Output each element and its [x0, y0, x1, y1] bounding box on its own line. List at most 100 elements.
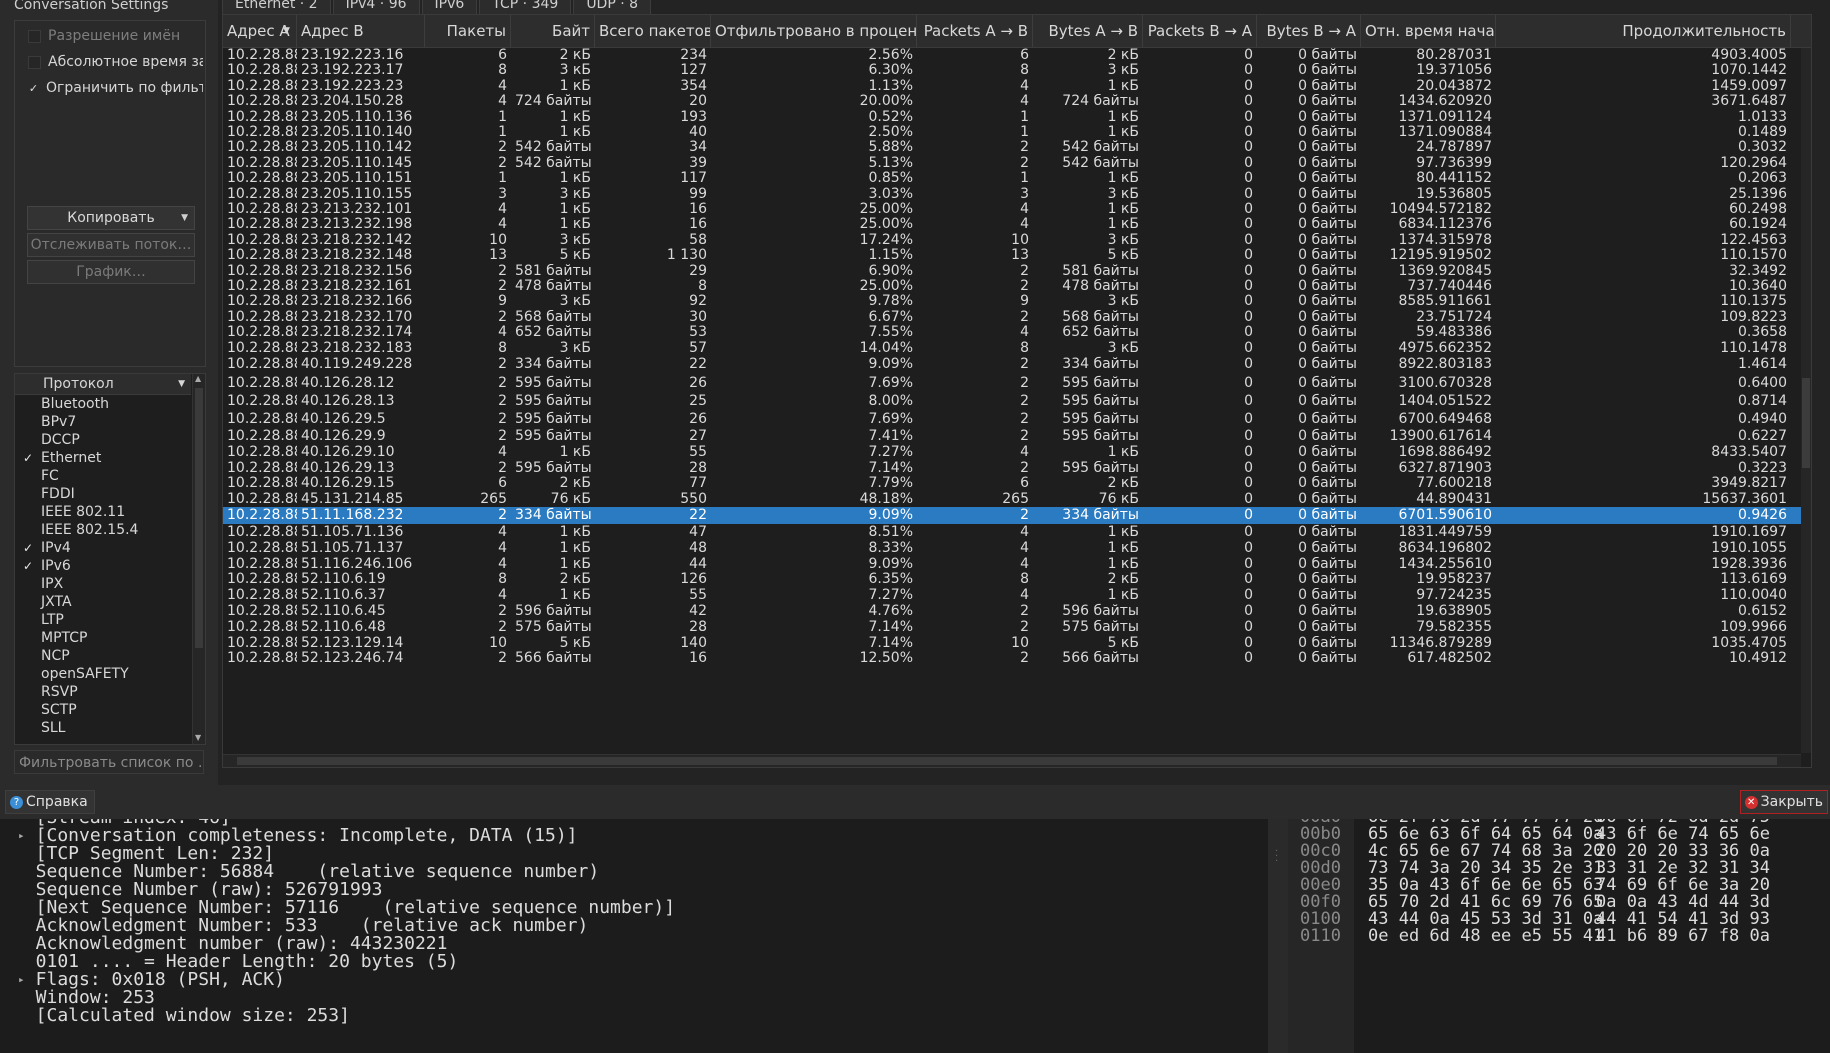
close-button[interactable]: ✕ Закрыть [1739, 790, 1828, 814]
protocol-filter-input[interactable]: Фильтровать список по … [14, 750, 204, 774]
table-row[interactable]: 10.2.28.88 51.105.71.136 4 1 кБ 47 8.51% 4 1 кБ… [223, 524, 1801, 541]
table-row[interactable]: 10.2.28.88 52.110.6.48 2 575 байты 28 7.14% 2 5… [223, 620, 1801, 636]
column-header[interactable]: Отн. время начала [1361, 15, 1496, 47]
tab-3[interactable]: TCP · 349 [479, 0, 572, 15]
protocol-item[interactable]: MPTCP [15, 629, 191, 647]
protocol-item[interactable]: SLL [15, 719, 191, 737]
table-row[interactable]: 10.2.28.88 23.218.232.174 4 652 байты 53 7.55… [223, 325, 1801, 340]
table-row[interactable]: 10.2.28.88 52.123.246.74 2 566 байты 16 12.50… [223, 651, 1801, 667]
table-row[interactable]: 10.2.28.88 23.218.232.156 2 581 байты 29 6.90… [223, 264, 1801, 279]
scroll-thumb[interactable] [195, 388, 203, 648]
table-row[interactable]: 10.2.28.88 23.213.232.101 4 1 кБ 16 25.00% 4 1 … [223, 202, 1801, 217]
table-row[interactable]: 10.2.28.88 51.105.71.137 4 1 кБ 48 8.33% 4 1 кБ… [223, 541, 1801, 557]
protocol-item[interactable]: BPv7 [15, 413, 191, 431]
table-row[interactable]: 10.2.28.88 23.192.223.23 4 1 кБ 354 1.13% 4 1 к… [223, 79, 1801, 94]
protocol-item[interactable]: FDDI [15, 485, 191, 503]
graph-button[interactable]: График… [27, 260, 195, 284]
table-row[interactable]: 10.2.28.88 51.116.246.106 4 1 кБ 44 9.09% 4 1 к… [223, 557, 1801, 573]
protocol-item[interactable]: ✓ IPv6 [15, 557, 191, 575]
protocol-item[interactable]: IPX [15, 575, 191, 593]
tab-0[interactable]: Ethernet · 2 [222, 0, 331, 15]
column-header[interactable]: Всего пакетов [595, 15, 711, 47]
table-row[interactable]: 10.2.28.88 40.126.29.15 6 2 кБ 77 7.79% 6 2 кБ 0… [223, 476, 1801, 492]
table-row[interactable]: 10.2.28.88 40.126.29.10 4 1 кБ 55 7.27% 4 1 кБ 0… [223, 445, 1801, 461]
column-header[interactable]: Адрес B [297, 15, 425, 47]
protocol-item[interactable]: LTP [15, 611, 191, 629]
column-header[interactable]: Пакеты [425, 15, 511, 47]
protocol-item[interactable]: ✓ IPv4 [15, 539, 191, 557]
table-row[interactable]: 10.2.28.88 40.126.28.13 2 595 байты 25 8.00% 2… [223, 392, 1801, 410]
column-header[interactable]: Bytes B → A [1257, 15, 1361, 47]
protocol-item[interactable]: IEEE 802.15.4 [15, 521, 191, 539]
protocol-header[interactable]: Протокол ▼ [15, 374, 191, 395]
pane-splitter[interactable]: · · · [1268, 819, 1288, 1053]
table-row[interactable]: 10.2.28.88 23.213.232.198 4 1 кБ 16 25.00% 4 1 … [223, 217, 1801, 232]
table-row[interactable]: 10.2.28.88 23.218.232.166 9 3 кБ 92 9.78% 9 3 к… [223, 294, 1801, 309]
scroll-down-icon[interactable]: ▼ [195, 733, 201, 742]
protocol-item[interactable]: ✓ Ethernet [15, 449, 191, 467]
table-cell: 0 [1244, 202, 1253, 217]
scroll-thumb[interactable] [237, 757, 1777, 765]
table-row[interactable]: 10.2.28.88 52.110.6.37 4 1 кБ 55 7.27% 4 1 кБ 0 0… [223, 588, 1801, 604]
table-row[interactable]: 10.2.28.88 40.126.29.9 2 595 байты 27 7.41% 2 5… [223, 428, 1801, 446]
table-row[interactable]: 10.2.28.88 52.123.129.14 10 5 кБ 140 7.14% 10 5… [223, 636, 1801, 652]
scroll-up-icon[interactable]: ▲ [195, 374, 201, 383]
table-row[interactable]: 10.2.28.88 40.126.29.5 2 595 байты 26 7.69% 2 5… [223, 410, 1801, 428]
scroll-thumb[interactable] [1802, 378, 1810, 468]
checkbox-icon[interactable] [28, 29, 41, 43]
table-row[interactable]: 10.2.28.88 23.205.110.145 2 542 байты 39 5.13… [223, 156, 1801, 171]
column-header[interactable]: Bytes A → B [1033, 15, 1143, 47]
protocol-item[interactable]: IEEE 802.11 [15, 503, 191, 521]
table-row[interactable]: 10.2.28.88 23.192.223.16 6 2 кБ 234 2.56% 6 2 к… [223, 48, 1801, 63]
tab-2[interactable]: IPv6 [421, 0, 478, 15]
copy-button[interactable]: Копировать ▼ [27, 206, 195, 230]
table-row[interactable]: 10.2.28.88 23.205.110.142 2 542 байты 34 5.88… [223, 140, 1801, 155]
checkmark-icon[interactable]: ✓ [15, 541, 41, 555]
tab-4[interactable]: UDP · 8 [573, 0, 652, 15]
checkmark-icon[interactable]: ✓ [15, 559, 41, 573]
protocol-item[interactable]: RSVP [15, 683, 191, 701]
follow-stream-button[interactable]: Отслеживать поток… [27, 233, 195, 257]
protocol-item[interactable]: SCTP [15, 701, 191, 719]
table-row[interactable]: 10.2.28.88 23.205.110.151 1 1 кБ 117 0.85% 1 1 … [223, 171, 1801, 186]
checkbox-icon[interactable] [28, 55, 41, 69]
checkbox-checked-icon[interactable]: ✓ [28, 83, 39, 94]
table-row[interactable]: 10.2.28.88 23.192.223.17 8 3 кБ 127 6.30% 8 3 к… [223, 63, 1801, 78]
table-row[interactable]: 10.2.28.88 23.218.232.161 2 478 байты 8 25.00… [223, 279, 1801, 294]
table-row[interactable]: 10.2.28.88 52.110.6.19 8 2 кБ 126 6.35% 8 2 кБ 0… [223, 572, 1801, 588]
option-row[interactable]: Абсолютное время за [28, 51, 203, 73]
option-row[interactable]: ✓ Ограничить по фильт [28, 77, 203, 99]
checkmark-icon[interactable]: ✓ [15, 451, 41, 465]
protocol-item[interactable]: Bluetooth [15, 395, 191, 413]
table-row[interactable]: 10.2.28.88 23.205.110.155 3 3 кБ 99 3.03% 3 3 к… [223, 187, 1801, 202]
table-row[interactable]: 10.2.28.88 52.110.6.45 2 596 байты 42 4.76% 2 5… [223, 603, 1801, 620]
table-row[interactable]: 10.2.28.88 40.126.28.12 2 595 байты 26 7.69% 2… [223, 374, 1801, 392]
table-row[interactable]: 10.2.28.88 40.126.29.13 2 595 байты 28 7.14% 2… [223, 461, 1801, 477]
column-header[interactable]: Packets A → B [917, 15, 1033, 47]
protocol-item[interactable]: FC [15, 467, 191, 485]
protocol-item[interactable]: openSAFETY [15, 665, 191, 683]
table-row[interactable]: 10.2.28.88 23.218.232.170 2 568 байты 30 6.67… [223, 310, 1801, 325]
table-row[interactable]: 10.2.28.88 23.218.232.148 13 5 кБ 1 130 1.15%… [223, 248, 1801, 263]
protocol-item[interactable]: DCCP [15, 431, 191, 449]
table-vertical-scrollbar[interactable] [1801, 48, 1811, 753]
table-row[interactable]: 10.2.28.88 40.119.249.228 2 334 байты 22 9.09… [223, 356, 1801, 374]
table-row[interactable]: 10.2.28.88 23.204.150.28 4 724 байты 20 20.00… [223, 94, 1801, 109]
table-row[interactable]: 10.2.28.88 45.131.214.85 265 76 кБ 550 48.18%… [223, 492, 1801, 508]
help-button[interactable]: ? Справка [5, 790, 95, 814]
table-row[interactable]: 10.2.28.88 51.11.168.232 2 334 байты 22 9.09%… [223, 507, 1801, 524]
table-row[interactable]: 10.2.28.88 23.205.110.140 1 1 кБ 40 2.50% 1 1 к… [223, 125, 1801, 140]
protocol-item[interactable]: NCP [15, 647, 191, 665]
table-row[interactable]: 10.2.28.88 23.205.110.136 1 1 кБ 193 0.52% 1 1 … [223, 110, 1801, 125]
column-header[interactable]: Packets B → A [1143, 15, 1257, 47]
option-row[interactable]: Разрешение имён [28, 25, 203, 47]
tab-1[interactable]: IPv4 · 96 [332, 0, 420, 15]
column-header[interactable]: Байт [511, 15, 595, 47]
table-row[interactable]: 10.2.28.88 23.218.232.183 8 3 кБ 57 14.04% 8 3 … [223, 341, 1801, 356]
table-horizontal-scrollbar[interactable] [223, 754, 1801, 767]
table-row[interactable]: 10.2.28.88 23.218.232.142 10 3 кБ 58 17.24% 10… [223, 233, 1801, 248]
protocol-scrollbar[interactable]: ▲ ▼ [192, 374, 205, 744]
protocol-item[interactable]: JXTA [15, 593, 191, 611]
column-header[interactable]: Отфильтровано в процентах [711, 15, 917, 47]
column-header[interactable]: Продолжительность [1496, 15, 1791, 47]
